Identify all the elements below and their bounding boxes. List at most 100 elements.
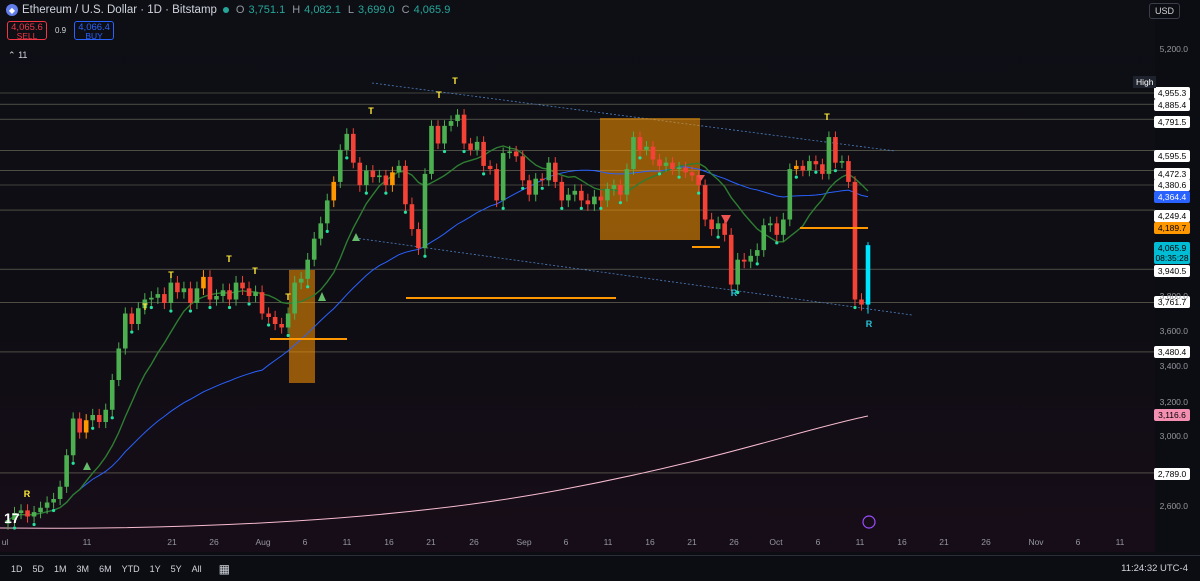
signal-dot [32, 522, 36, 527]
candle-body [624, 169, 630, 195]
signal-mark: T [436, 90, 442, 100]
signal-dot [423, 254, 427, 258]
signal-mark: T [226, 254, 232, 264]
buy-triangle [83, 462, 91, 470]
calendar-icon[interactable]: ▦ [219, 562, 230, 576]
price-tag: 4,249.4 [1154, 210, 1190, 222]
signal-dot [208, 305, 212, 310]
signal-dot [618, 201, 623, 205]
timeframe-button[interactable]: 5Y [166, 564, 187, 574]
chevron-up-icon: ⌃ [8, 50, 16, 60]
signal-dot [247, 302, 251, 306]
tradingview-logo[interactable]: 17 [4, 510, 20, 526]
signal-dot [345, 156, 349, 160]
candle-body [253, 292, 258, 296]
candle-body [435, 125, 441, 144]
candle-body [64, 455, 69, 487]
signal-dot [755, 262, 759, 266]
candle-body [859, 299, 864, 305]
signal-dot [169, 309, 173, 313]
price-tag: 3,940.5 [1154, 265, 1190, 277]
candle-body [25, 510, 30, 517]
candle-body [774, 223, 780, 235]
signal-dot [267, 323, 271, 327]
candle-body [637, 137, 643, 150]
candle-body [44, 502, 50, 508]
price-tag: 4,955.3 [1154, 87, 1190, 99]
candle-body [709, 219, 714, 230]
candle-body [188, 288, 193, 303]
candle-body [136, 308, 141, 324]
candle-body [781, 219, 786, 235]
timeframe-button[interactable]: 1Y [145, 564, 166, 574]
signal-dot [482, 172, 486, 176]
timeframe-button[interactable]: YTD [117, 564, 145, 574]
trade-buttons: 4,065.6 SELL 0.9 4,066.4 BUY [7, 21, 115, 41]
candle-body [520, 156, 525, 181]
x-axis-label: 21 [167, 537, 177, 547]
candle-body [351, 133, 356, 163]
signal-dot [814, 170, 818, 174]
currency-select[interactable]: USD [1148, 3, 1180, 19]
candlestick-chart[interactable] [0, 0, 1200, 555]
moving-average-green [7, 145, 869, 521]
candle-body [846, 161, 851, 182]
candle-body [468, 143, 473, 150]
timeframe-button[interactable]: All [187, 564, 207, 574]
y-axis-label: 3,200.0 [1159, 397, 1188, 407]
signal-dot [442, 149, 447, 154]
candle-body [77, 418, 82, 433]
indicators-toggle[interactable]: ⌃ 11 [8, 50, 27, 61]
buy-button[interactable]: 4,066.4 BUY [74, 21, 115, 41]
clock[interactable]: 11:24:32 UTC-4 [1121, 563, 1188, 574]
sell-button[interactable]: 4,065.6 SELL [7, 21, 47, 41]
timeframe-button[interactable]: 1D [6, 564, 28, 574]
timeframe-button[interactable]: 5D [28, 564, 50, 574]
symbol-title[interactable]: Ethereum / U.S. Dollar · 1D · Bitstamp [22, 4, 217, 16]
price-tag: 4,380.6 [1154, 179, 1190, 191]
buy-label: BUY [85, 31, 103, 41]
candle-body [122, 313, 128, 349]
candle-body [657, 159, 662, 166]
candle-body [337, 149, 343, 182]
signal-dot [384, 191, 388, 195]
moving-average-blue [7, 166, 869, 521]
candle-body [500, 153, 506, 201]
candle-body [403, 165, 408, 205]
timeframe-button[interactable]: 3M [72, 564, 95, 574]
candle-body [311, 238, 317, 260]
candle-body [474, 141, 480, 150]
candle-body [220, 290, 226, 296]
x-axis-label: 11 [1115, 537, 1125, 547]
x-axis-label: 21 [426, 537, 436, 547]
candle-body [631, 137, 636, 170]
candle-body [754, 250, 760, 256]
signal-dot [521, 186, 525, 190]
candle-body [670, 162, 675, 170]
y-axis-label: 5,200.0 [1159, 44, 1188, 54]
timeframe-button[interactable]: 6M [94, 564, 117, 574]
candle-body [455, 114, 460, 122]
candle-body [507, 151, 512, 154]
candle-body [598, 196, 604, 201]
price-tag: 3,480.4 [1154, 346, 1190, 358]
open-key: O [235, 4, 245, 16]
price-tag: 4,791.5 [1154, 116, 1190, 128]
signal-mark: R [865, 319, 873, 329]
candle-body [820, 164, 825, 174]
x-axis-label: 16 [897, 537, 907, 547]
signal-dot [794, 175, 798, 179]
candle-body [552, 162, 558, 182]
candle-body [807, 161, 812, 171]
candle-body [90, 415, 95, 421]
moving-average-pink [0, 415, 869, 529]
timeframe-button[interactable]: 1M [49, 564, 72, 574]
x-axis-label: 21 [687, 537, 697, 547]
open-value: 3,751.1 [248, 4, 286, 16]
candle-body [794, 165, 799, 170]
candle-body [494, 169, 499, 201]
low-key: L [347, 4, 354, 16]
candle-body [429, 125, 434, 174]
candle-body [526, 180, 532, 195]
candle-body [272, 317, 278, 324]
